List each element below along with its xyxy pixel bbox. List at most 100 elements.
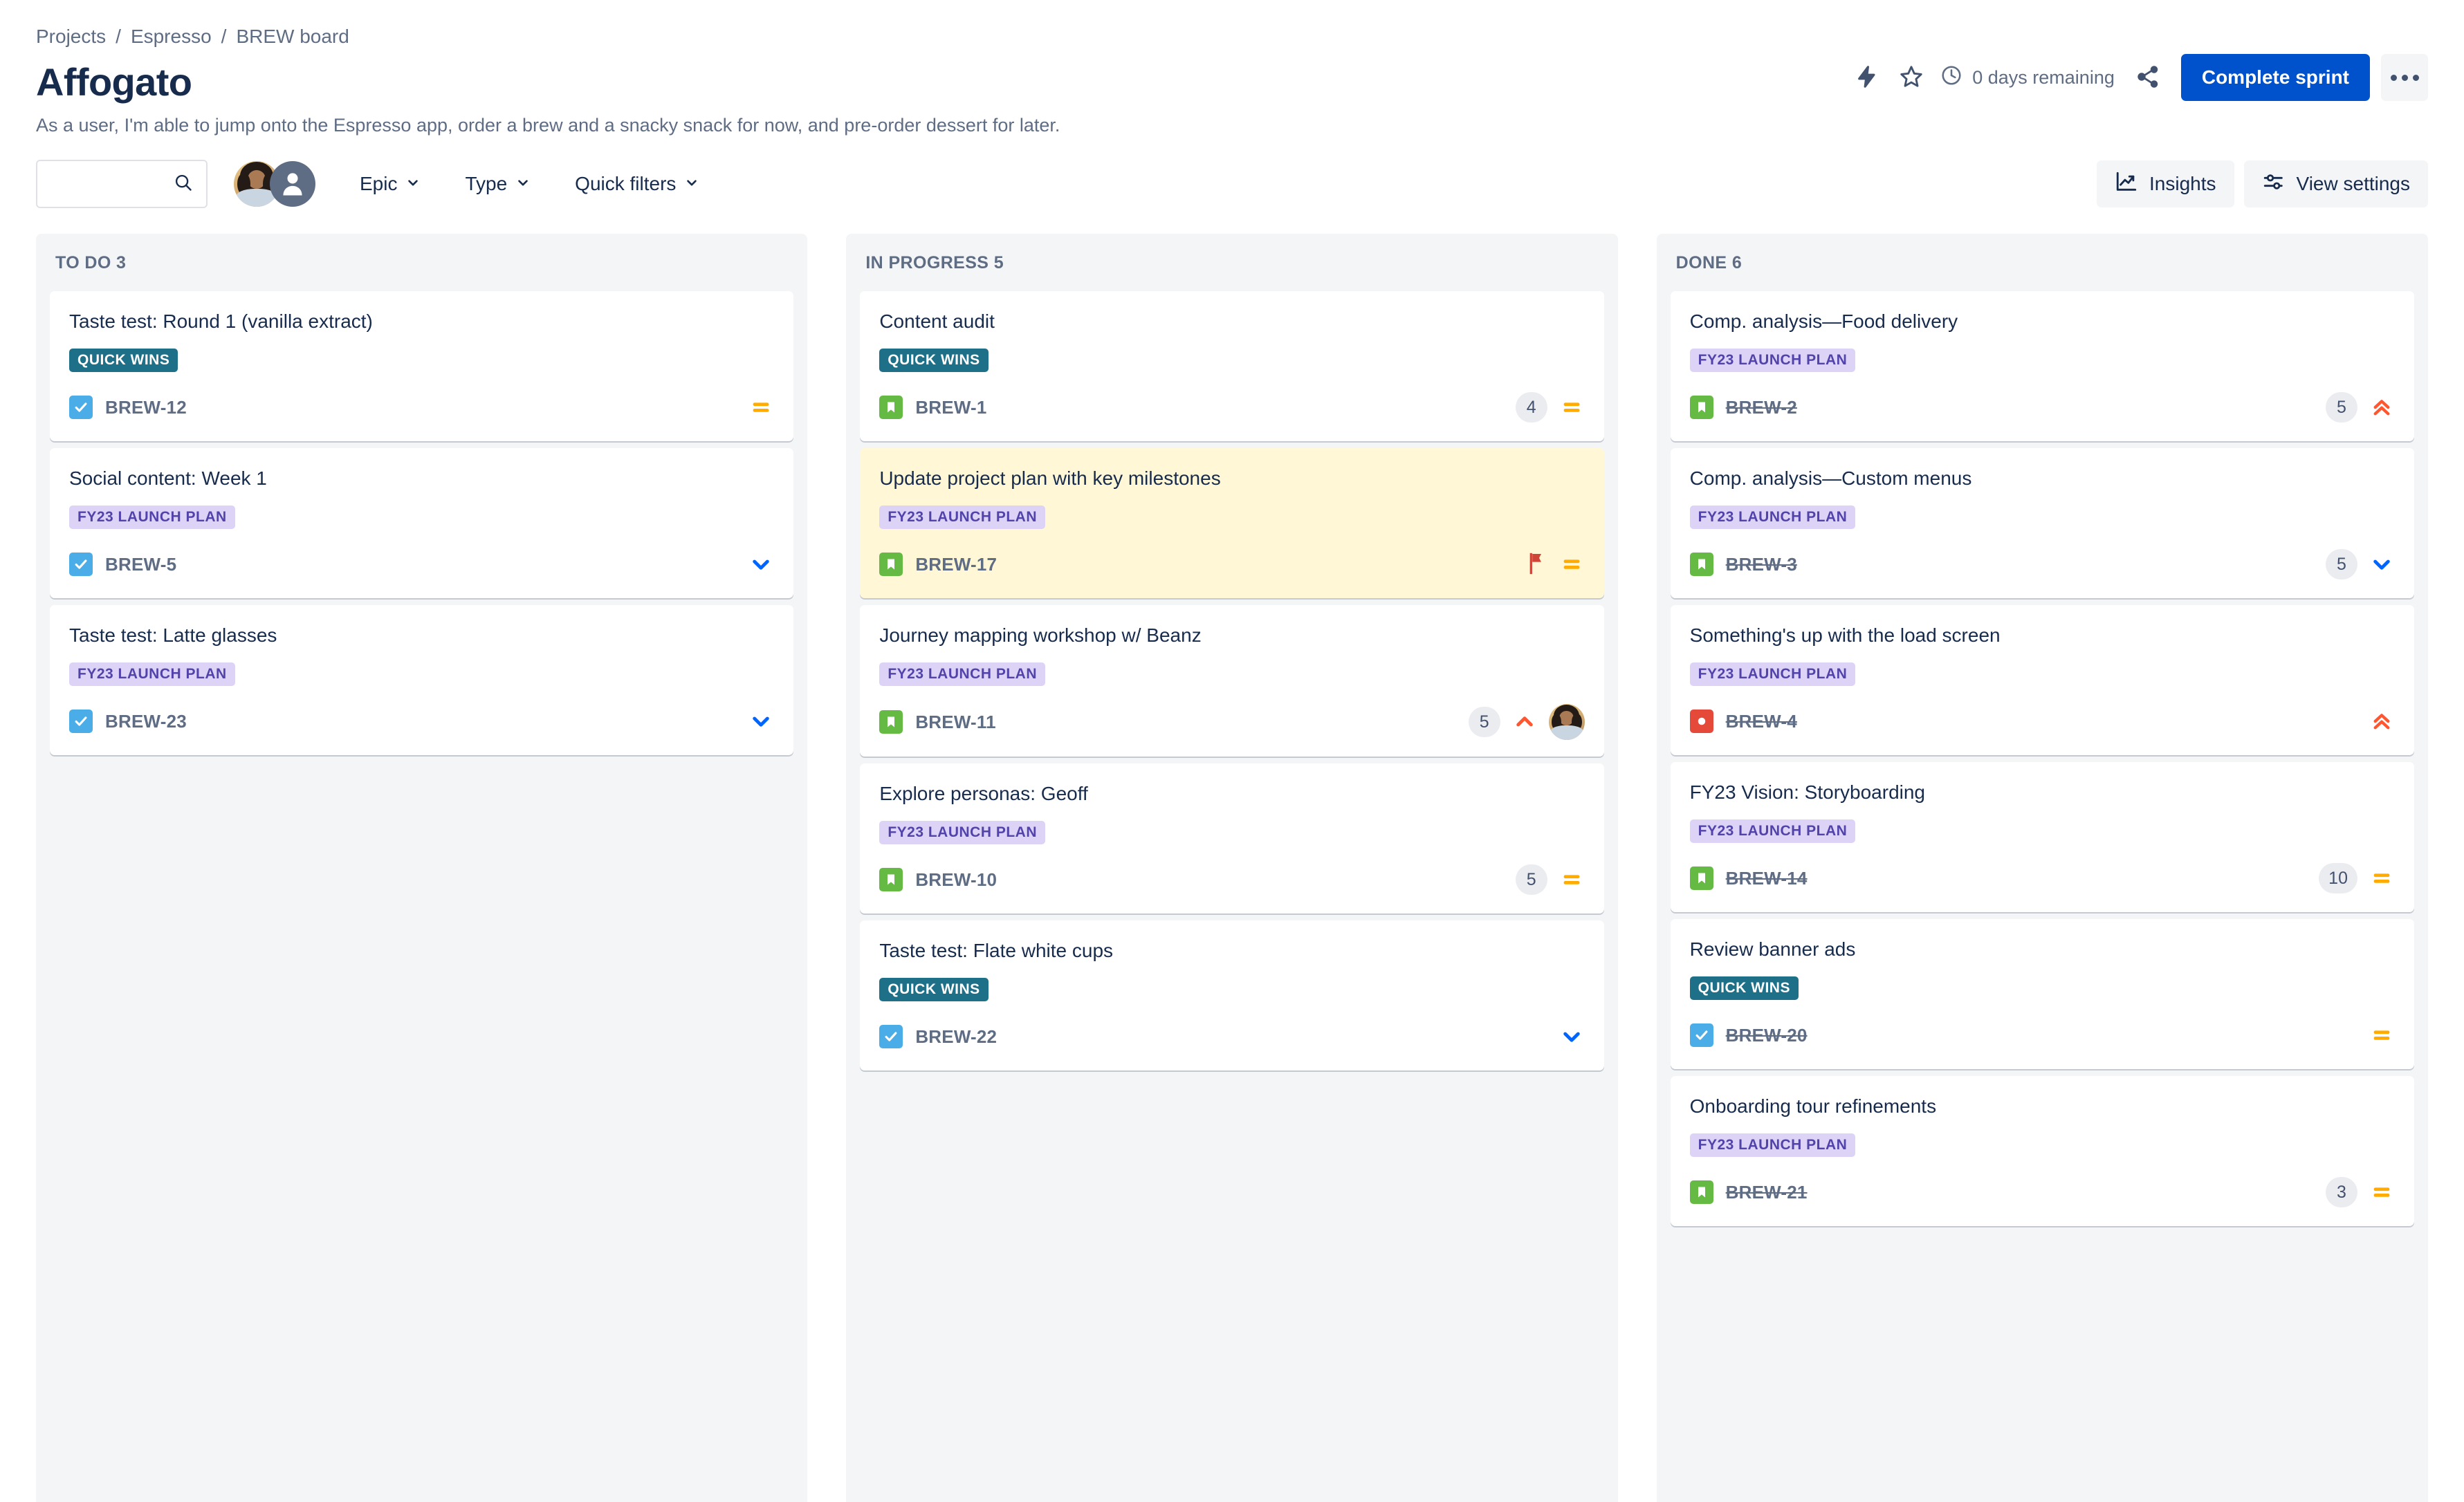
column-card-list-todo: Taste test: Round 1 (vanilla extract) QUI…	[36, 291, 807, 755]
breadcrumb-separator: /	[221, 26, 227, 47]
breadcrumb-item-espresso[interactable]: Espresso	[131, 27, 212, 46]
issue-key[interactable]: BREW-21	[1726, 1182, 1808, 1203]
epic-tag[interactable]: FY23 LAUNCH PLAN	[879, 821, 1046, 844]
priority-low-icon	[748, 708, 774, 734]
epic-tag[interactable]: QUICK WINS	[879, 349, 989, 372]
filter-dropdown-quick-filters[interactable]: Quick filters	[562, 163, 712, 205]
page-title: Affogato	[36, 60, 192, 104]
epic-tag[interactable]: FY23 LAUNCH PLAN	[1689, 349, 1856, 372]
issue-key[interactable]: BREW-4	[1726, 711, 1797, 732]
issue-type-story-icon	[879, 868, 903, 891]
epic-tag[interactable]: FY23 LAUNCH PLAN	[1689, 506, 1856, 529]
issue-card[interactable]: Something's up with the load screen FY23 …	[1670, 605, 2414, 755]
share-icon-button[interactable]	[2126, 55, 2170, 100]
issue-key[interactable]: BREW-2	[1726, 397, 1797, 418]
breadcrumb-item-brew-board[interactable]: BREW board	[236, 27, 349, 46]
story-points-badge: 5	[1515, 864, 1547, 895]
issue-card[interactable]: Comp. analysis—Food delivery FY23 LAUNCH …	[1670, 291, 2414, 441]
filter-dropdown-type[interactable]: Type	[452, 163, 543, 205]
jira-board-page: Projects / Espresso / BREW board Affogat…	[0, 0, 2464, 1502]
search-input[interactable]	[50, 173, 173, 195]
issue-card-meta	[748, 394, 774, 420]
view-settings-button[interactable]: View settings	[2243, 160, 2428, 207]
issue-card-footer: BREW-21 3	[1689, 1175, 2395, 1209]
issue-key[interactable]: BREW-5	[105, 554, 176, 575]
priority-medium-icon	[1559, 394, 1585, 420]
kanban-board: TO DO 3 Taste test: Round 1 (vanilla extr…	[0, 223, 2464, 1502]
star-icon-button[interactable]	[1889, 55, 1933, 100]
epic-tag[interactable]: FY23 LAUNCH PLAN	[879, 506, 1046, 529]
issue-card-meta: 5	[1468, 704, 1585, 740]
more-options-icon	[2401, 74, 2408, 81]
epic-tag[interactable]: FY23 LAUNCH PLAN	[879, 662, 1046, 686]
lightning-icon	[1855, 65, 1879, 91]
column-card-list-inprogress: Content audit QUICK WINS BREW-1 4 Update pro…	[846, 291, 1617, 1070]
issue-key[interactable]: BREW-3	[1726, 554, 1797, 575]
column-header-inprogress: IN PROGRESS 5	[865, 253, 1004, 272]
issue-card-meta	[2369, 708, 2395, 734]
priority-medium-icon	[748, 394, 774, 420]
epic-tag[interactable]: FY23 LAUNCH PLAN	[1689, 662, 1856, 686]
header-actions: 0 days remaining Complete sprint	[1845, 54, 2428, 101]
insights-button[interactable]: Insights	[2097, 160, 2234, 207]
issue-card-footer: BREW-4	[1689, 704, 2395, 739]
issue-card-meta: 3	[2325, 1177, 2395, 1207]
breadcrumb-item-projects[interactable]: Projects	[36, 27, 106, 46]
issue-key[interactable]: BREW-1	[915, 397, 986, 418]
issue-card[interactable]: Taste test: Latte glasses FY23 LAUNCH PLA…	[50, 605, 794, 755]
epic-tag[interactable]: FY23 LAUNCH PLAN	[1689, 1133, 1856, 1157]
issue-card-footer: BREW-17	[879, 547, 1584, 582]
issue-key[interactable]: BREW-11	[915, 712, 995, 733]
avatar-user-default[interactable]	[270, 161, 315, 207]
issue-card[interactable]: Explore personas: Geoff FY23 LAUNCH PLAN B…	[860, 763, 1604, 914]
issue-key[interactable]: BREW-17	[915, 554, 997, 575]
epic-tag[interactable]: FY23 LAUNCH PLAN	[69, 662, 235, 686]
issue-key[interactable]: BREW-20	[1726, 1025, 1808, 1046]
issue-card-title: Update project plan with key milestones	[879, 467, 1221, 489]
epic-tag[interactable]: FY23 LAUNCH PLAN	[1689, 819, 1856, 843]
issue-key[interactable]: BREW-10	[915, 869, 997, 891]
board-column-todo: TO DO 3 Taste test: Round 1 (vanilla extr…	[36, 234, 808, 1502]
epic-tag[interactable]: QUICK WINS	[879, 978, 989, 1001]
epic-tag[interactable]: FY23 LAUNCH PLAN	[69, 506, 235, 529]
search-box[interactable]	[36, 160, 208, 208]
issue-card[interactable]: Taste test: Round 1 (vanilla extract) QUI…	[50, 291, 794, 441]
issue-key[interactable]: BREW-12	[105, 397, 187, 418]
issue-key[interactable]: BREW-23	[105, 711, 187, 732]
issue-card[interactable]: FY23 Vision: Storyboarding FY23 LAUNCH PL…	[1670, 762, 2414, 912]
issue-key[interactable]: BREW-22	[915, 1026, 997, 1048]
assignee-avatar[interactable]	[1548, 704, 1585, 740]
clock-icon	[1940, 64, 1962, 91]
issue-card[interactable]: Onboarding tour refinements FY23 LAUNCH P…	[1670, 1076, 2414, 1226]
issue-card[interactable]: Taste test: Flate white cups QUICK WINS BR…	[860, 920, 1604, 1070]
issue-key[interactable]: BREW-14	[1726, 868, 1808, 889]
priority-highest-icon	[2369, 708, 2395, 734]
toolbar-right-actions: Insights View settings	[2097, 160, 2428, 207]
issue-card-footer: BREW-1 4	[879, 390, 1584, 425]
priority-medium-icon	[2369, 1022, 2395, 1048]
priority-low-icon	[2369, 551, 2395, 577]
story-points-badge: 3	[2325, 1177, 2357, 1207]
issue-card[interactable]: Journey mapping workshop w/ Beanz FY23 LA…	[860, 605, 1604, 757]
issue-card[interactable]: Content audit QUICK WINS BREW-1 4	[860, 291, 1604, 441]
issue-card-meta: 4	[1515, 392, 1585, 423]
issue-card[interactable]: Review banner ads QUICK WINS BREW-20	[1670, 919, 2414, 1069]
avatar-group	[234, 161, 315, 207]
epic-tag[interactable]: QUICK WINS	[69, 349, 178, 372]
more-options-icon	[2412, 74, 2419, 81]
epic-tag[interactable]: QUICK WINS	[1689, 976, 1799, 1000]
issue-card[interactable]: Update project plan with key milestones F…	[860, 448, 1604, 598]
issue-card-title: Journey mapping workshop w/ Beanz	[879, 624, 1202, 646]
issue-card[interactable]: Social content: Week 1 FY23 LAUNCH PLAN BR…	[50, 448, 794, 598]
issue-card-title: FY23 Vision: Storyboarding	[1689, 781, 1926, 803]
issue-card-title: Onboarding tour refinements	[1689, 1095, 1937, 1117]
lightning-icon-button[interactable]	[1845, 55, 1889, 100]
filter-dropdown-epic[interactable]: Epic	[347, 163, 433, 205]
more-options-button[interactable]	[2381, 54, 2428, 101]
issue-card[interactable]: Comp. analysis—Custom menus FY23 LAUNCH P…	[1670, 448, 2414, 598]
story-points-badge: 5	[2325, 549, 2357, 580]
column-header-done: DONE 6	[1675, 253, 1743, 272]
share-icon	[2135, 64, 2160, 91]
star-icon	[1899, 64, 1924, 91]
complete-sprint-button[interactable]: Complete sprint	[2180, 54, 2370, 101]
